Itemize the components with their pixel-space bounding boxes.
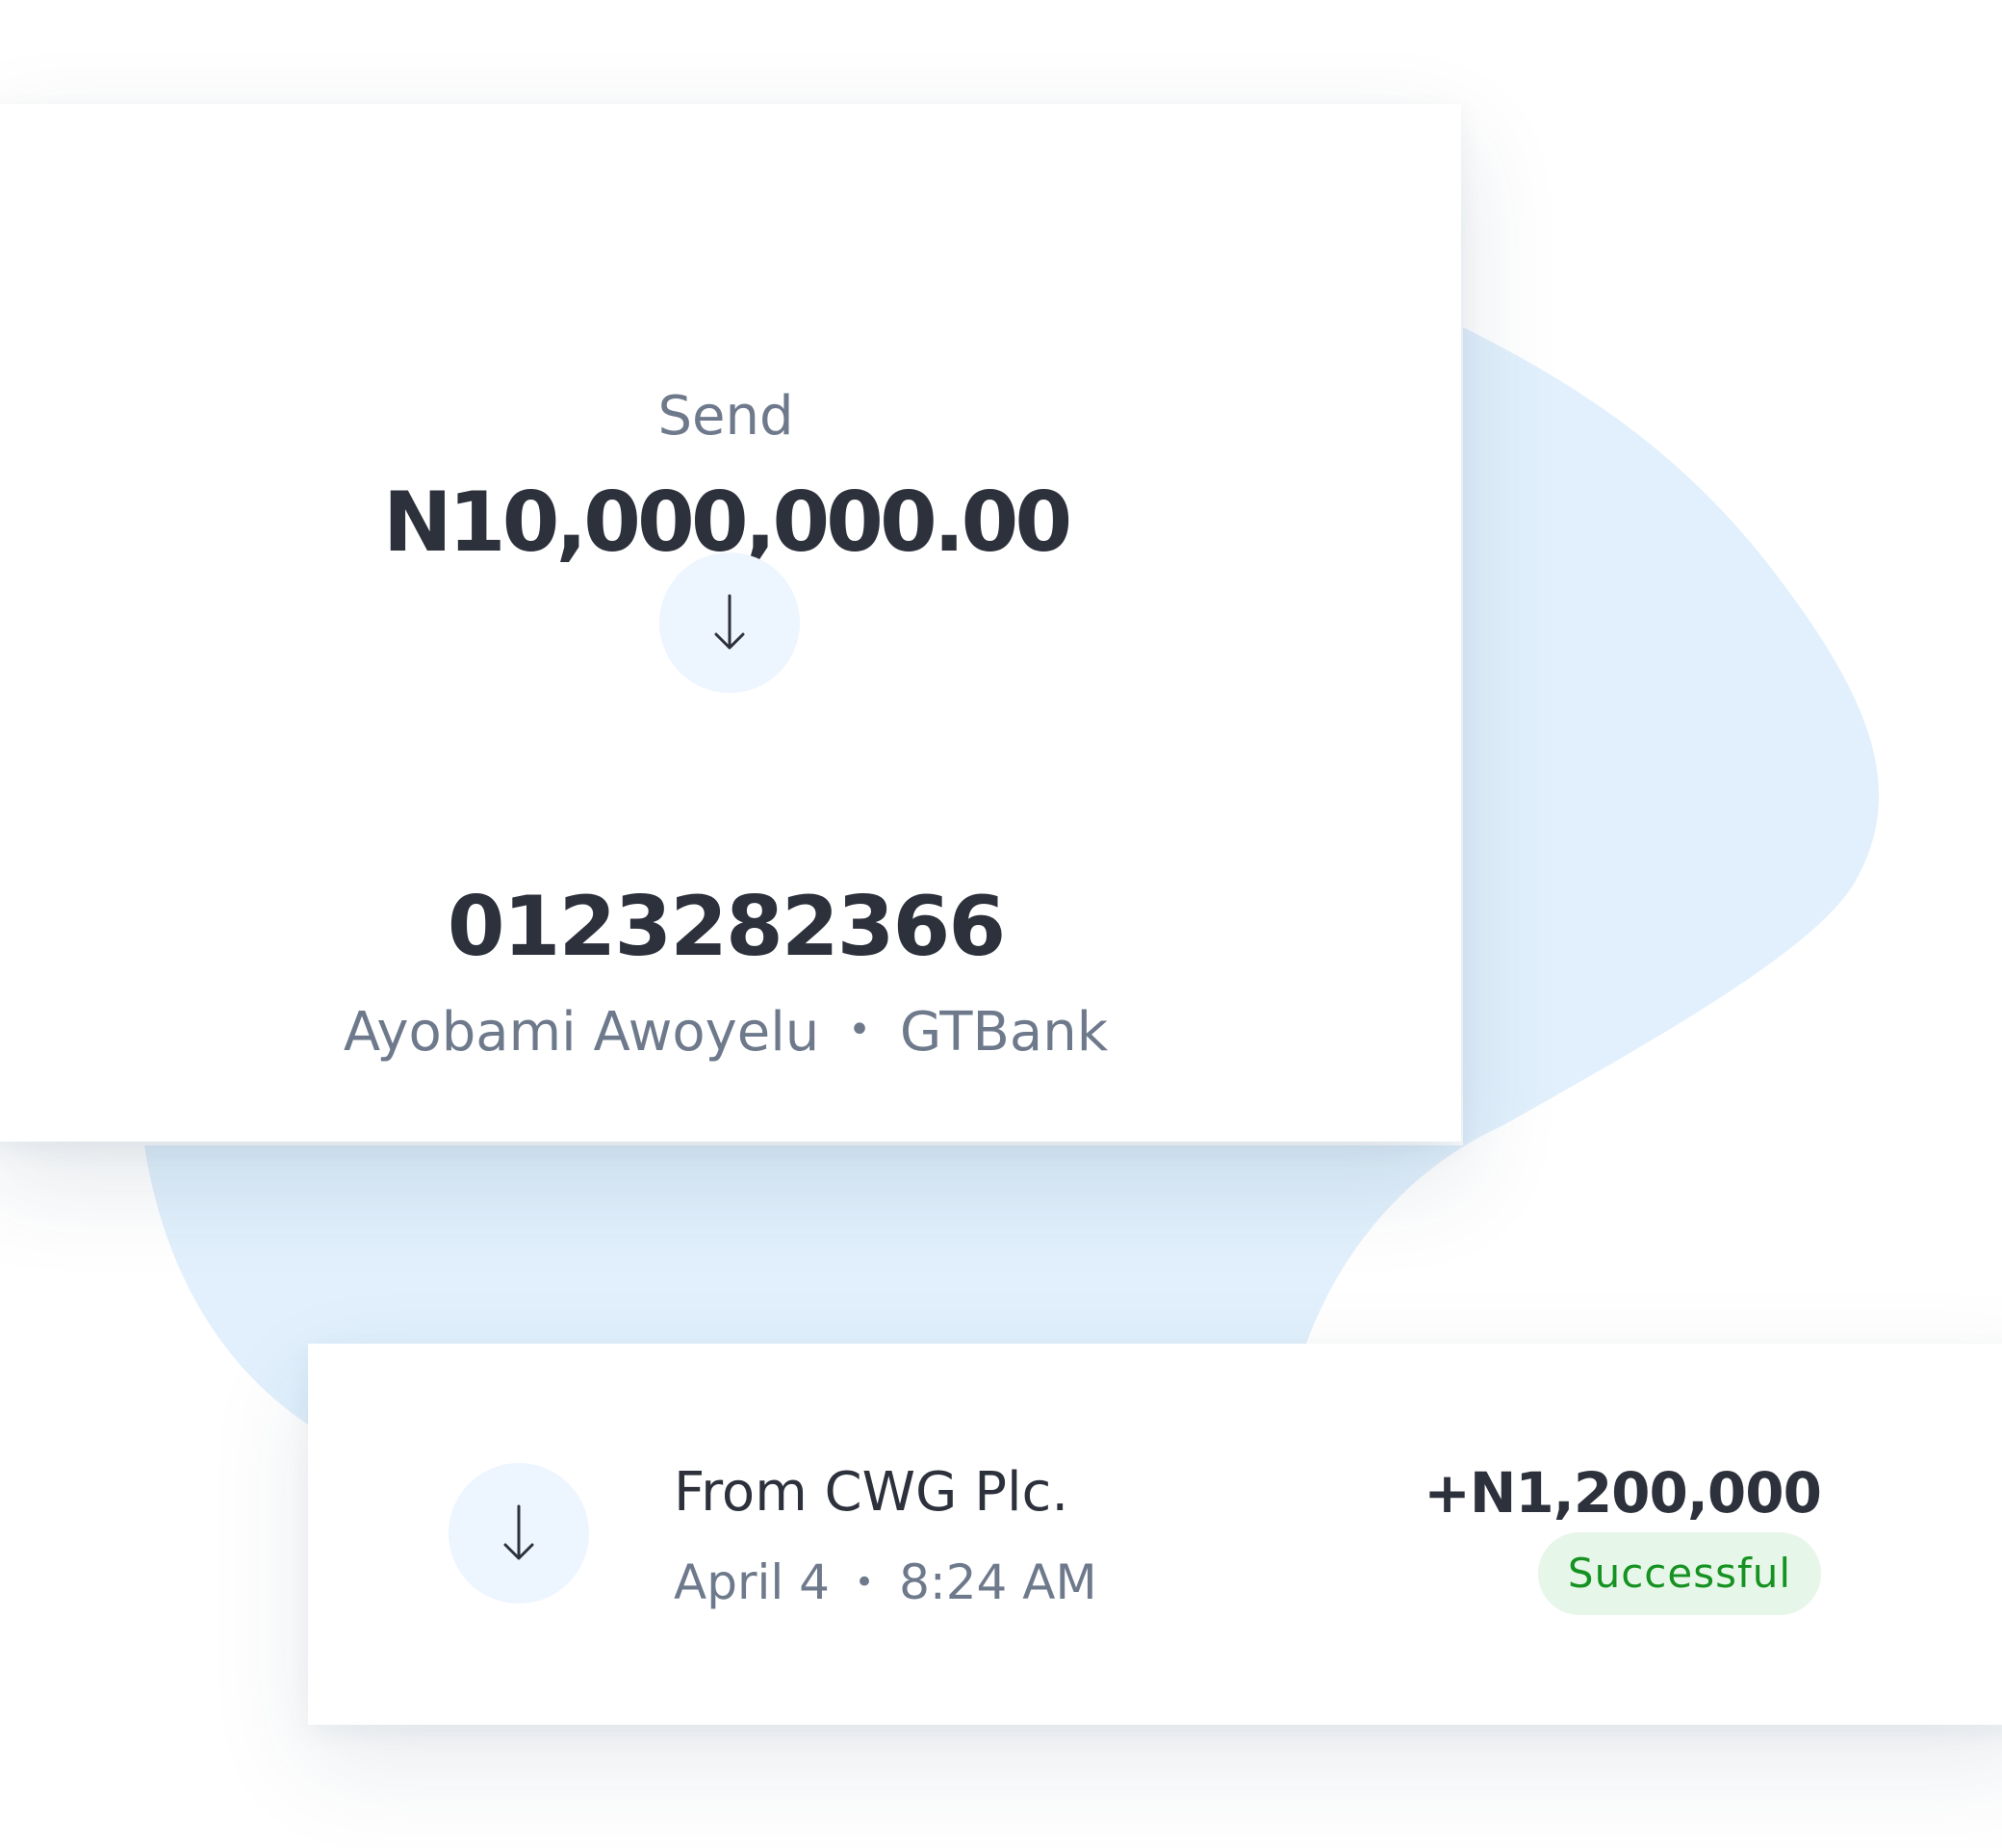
- transaction-amount: +N1,200,000: [1424, 1460, 1822, 1526]
- recipient-account-number: 0123282366: [447, 879, 1006, 975]
- arrow-down-icon: [449, 1463, 589, 1604]
- transaction-date: April 4: [674, 1554, 830, 1610]
- recipient-name: Ayobami Awoyelu: [343, 1001, 820, 1064]
- status-badge: Successful: [1538, 1532, 1821, 1615]
- send-summary-card: Send N10,000,000.00 0123282366 Ayobami A…: [0, 104, 1461, 1142]
- transaction-time: 8:24 AM: [899, 1554, 1097, 1610]
- separator-dot: •: [855, 1562, 875, 1602]
- separator-dot: •: [848, 1007, 871, 1052]
- send-label: Send: [657, 385, 794, 448]
- transaction-title: From CWG Plc.: [674, 1461, 1069, 1524]
- recipient-details: Ayobami Awoyelu • GTBank: [0, 999, 1461, 1069]
- arrow-down-icon: [659, 552, 800, 693]
- transaction-datetime: April 4 • 8:24 AM: [674, 1551, 1097, 1618]
- recipient-bank: GTBank: [899, 1001, 1109, 1064]
- transaction-row[interactable]: From CWG Plc. April 4 • 8:24 AM +N1,200,00…: [308, 1344, 2002, 1725]
